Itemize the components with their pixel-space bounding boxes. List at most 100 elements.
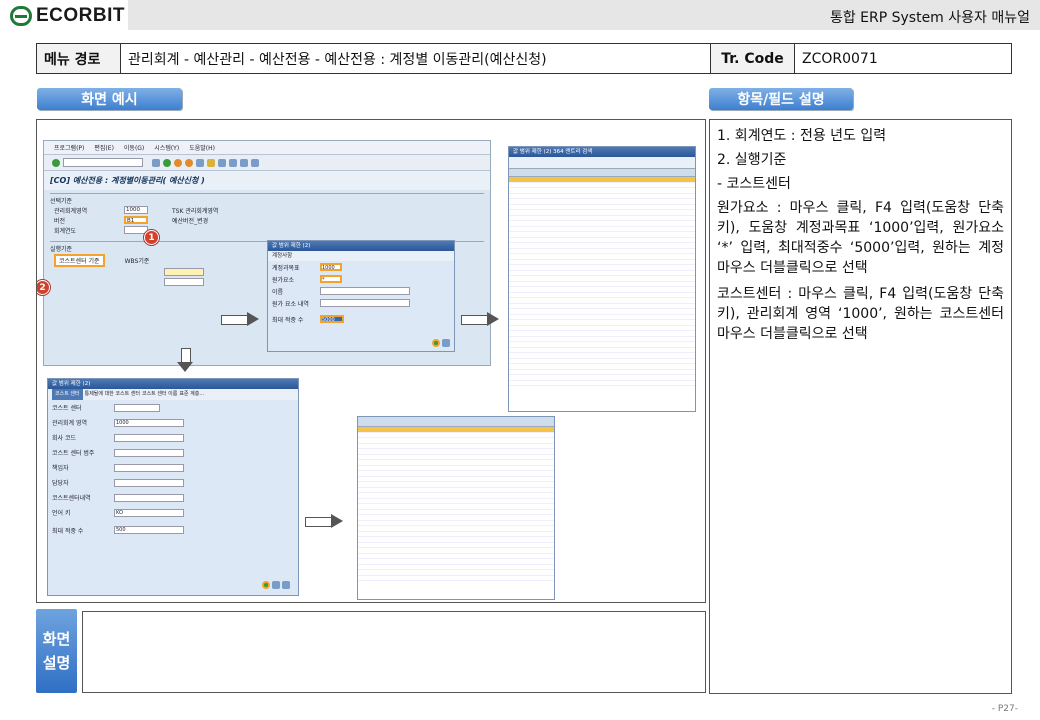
field-description: TSK 관리회계영역 <box>172 207 219 215</box>
cost-element-input[interactable] <box>164 268 204 276</box>
flow-arrow-right-icon <box>461 312 499 326</box>
menu-item[interactable]: 시스템(Y) <box>154 143 179 152</box>
tab-cost-center[interactable]: 코스트 센터 <box>52 389 83 400</box>
version-field[interactable]: B1 <box>124 216 148 224</box>
popup-input[interactable] <box>114 433 184 442</box>
menu-item[interactable]: 이동(G) <box>124 143 144 152</box>
popup-input[interactable] <box>114 448 184 457</box>
popup-input[interactable]: 1000 <box>114 418 184 427</box>
confirm-icon[interactable] <box>432 339 440 347</box>
command-field[interactable] <box>63 158 143 167</box>
find-icon[interactable] <box>207 158 215 167</box>
popup-input[interactable] <box>114 493 184 502</box>
popup-input[interactable]: 500 <box>114 526 184 534</box>
popup-input[interactable] <box>114 463 184 472</box>
popup-label: 원가요소 <box>272 276 295 284</box>
popup-row: 코스트 센터 <box>48 400 298 415</box>
description-item-2-sub: - 코스트센터 <box>717 176 791 192</box>
popup-input[interactable] <box>114 403 160 412</box>
ecorbit-logo: ECORBIT <box>10 4 125 28</box>
list-line[interactable] <box>509 381 695 386</box>
popup-label: 최대 적중 수 <box>52 527 84 535</box>
help-icon[interactable] <box>251 158 259 167</box>
list-line[interactable] <box>358 576 554 581</box>
cost-element-result-list: 값 범위 제한 (2) 364 엔트리 검색 <box>508 146 696 412</box>
enter-icon[interactable] <box>52 158 60 167</box>
cost-center-input[interactable] <box>164 278 204 286</box>
popup-label: 원가 요소 내역 <box>272 300 309 308</box>
menu-path-table: 메뉴 경로 관리회계 - 예산관리 - 예산전용 - 예산전용 : 계정별 이동… <box>36 43 1012 74</box>
popup-input[interactable]: KO <box>114 508 184 517</box>
page-icon[interactable] <box>229 158 237 167</box>
screen-example-header: 화면 예시 <box>37 88 182 110</box>
popup-row: 최대 적중 수 5000 <box>268 313 454 325</box>
cost-element-description: 원가요소 : 마우스 클릭, F4 입력(도움창 단축키), 도움창 계정과목표… <box>717 200 1004 276</box>
popup-label: 코스트센터내역 <box>52 495 91 502</box>
cancel-icon[interactable] <box>185 158 193 167</box>
selection-group-title: 선택기준 <box>50 193 484 205</box>
screen-explanation-label-line1: 화면 <box>42 630 71 648</box>
field-description: 예산버전_변경 <box>172 217 209 225</box>
exit-icon[interactable] <box>174 158 182 167</box>
menu-item[interactable]: 도움말(H) <box>189 143 215 152</box>
list-header <box>509 169 695 177</box>
popup-title: 값 범위 제한 (2) <box>48 379 298 389</box>
popup-label: 최대 적중 수 <box>272 316 304 324</box>
tab-standard-hierarchy[interactable]: 표준 계층... <box>179 389 204 400</box>
popup-input[interactable] <box>114 478 184 487</box>
cost-center-description: 코스트센터 : 마우스 클릭, F4 입력(도움창 단축키), 관리회계 영역 … <box>717 286 1004 342</box>
page-number: - P27- <box>991 704 1018 714</box>
step-badge-1: 1 <box>144 230 159 245</box>
popup-label: 관리회계 영역 <box>52 420 88 427</box>
popup2-rows: 코스트 센터관리회계 영역 1000 회사 코드 코스트 센터 범주책임자담당자코스트… <box>48 400 298 540</box>
cancel-icon[interactable] <box>442 339 450 347</box>
cost-center-radio[interactable]: 코스트센터 기준 <box>54 253 105 267</box>
popup-title: 값 범위 제한 (2) <box>268 241 454 251</box>
popup-label: 코스트 센터 <box>52 405 82 412</box>
popup-tab[interactable]: 계정사항 <box>268 251 454 261</box>
menu-item[interactable]: 프로그램(P) <box>54 143 84 152</box>
max-hits-input[interactable]: 5000 <box>320 315 344 323</box>
confirm-icon[interactable] <box>262 581 270 589</box>
save-icon[interactable] <box>152 158 160 167</box>
find-icon[interactable] <box>272 581 280 589</box>
screen-explanation-label-line2: 설명 <box>42 654 71 672</box>
wbs-radio[interactable]: WBS기준 <box>125 256 150 265</box>
tab-cost-center-name[interactable]: 코스트 센터 이름 <box>142 389 177 400</box>
cancel-icon[interactable] <box>282 581 290 589</box>
page-icon[interactable] <box>218 158 226 167</box>
screen-example-panel: 프로그램(P) 편집(E) 이동(G) 시스템(Y) 도움말(H) [CO] 예… <box>36 119 706 603</box>
popup-row: 담당자 <box>48 475 298 490</box>
session-icon[interactable] <box>240 158 248 167</box>
tab-controlled-cost-center[interactable]: 통제될에 대한 코스트 센터 <box>85 389 140 400</box>
logo-text: ECORBIT <box>36 5 125 26</box>
top-bar: ECORBIT 통합 ERP System 사용자 매뉴얼 <box>0 0 1040 30</box>
name-input[interactable] <box>320 287 410 295</box>
field-label: 회계연도 <box>54 227 77 235</box>
cost-center-popup: 값 범위 제한 (2) 코스트 센터 통제될에 대한 코스트 센터 코스트 센터… <box>47 378 299 596</box>
title-band: 통합 ERP System 사용자 매뉴얼 <box>128 0 1040 30</box>
cost-element-input[interactable]: * <box>320 275 342 283</box>
menu-path-value: 관리회계 - 예산관리 - 예산전용 - 예산전용 : 계정별 이동관리(예산신… <box>121 44 711 73</box>
chart-of-accounts-input[interactable]: 1000 <box>320 263 342 271</box>
popup-label: 담당자 <box>52 480 69 487</box>
list-tabs <box>358 417 554 427</box>
popup-label: 책임자 <box>52 465 69 472</box>
description-input[interactable] <box>320 299 410 307</box>
selection-row: 관리회계영역 1000 TSK 관리회계영역 <box>54 205 490 215</box>
tr-code-label: Tr. Code <box>711 44 795 73</box>
flow-arrow-down-icon <box>177 348 193 372</box>
popup-row: 이름 <box>268 285 454 297</box>
menu-item[interactable]: 편집(E) <box>94 143 114 152</box>
controlling-area-field[interactable]: 1000 <box>124 206 148 214</box>
back-icon[interactable] <box>163 158 171 167</box>
print-icon[interactable] <box>196 158 204 167</box>
popup-row: 원가 요소 내역 <box>268 297 454 309</box>
popup-row: 코스트 센터 범주 <box>48 445 298 460</box>
sap-screen-title: [CO] 예산전용 : 계정별이동관리( 예산신청 ) <box>44 171 490 190</box>
selection-row: 회계연도 <box>54 225 490 235</box>
popup-buttons <box>432 339 450 347</box>
popup-row: 관리회계 영역 1000 <box>48 415 298 430</box>
popup-row: 회사 코드 <box>48 430 298 445</box>
popup-label: 이름 <box>272 288 284 296</box>
